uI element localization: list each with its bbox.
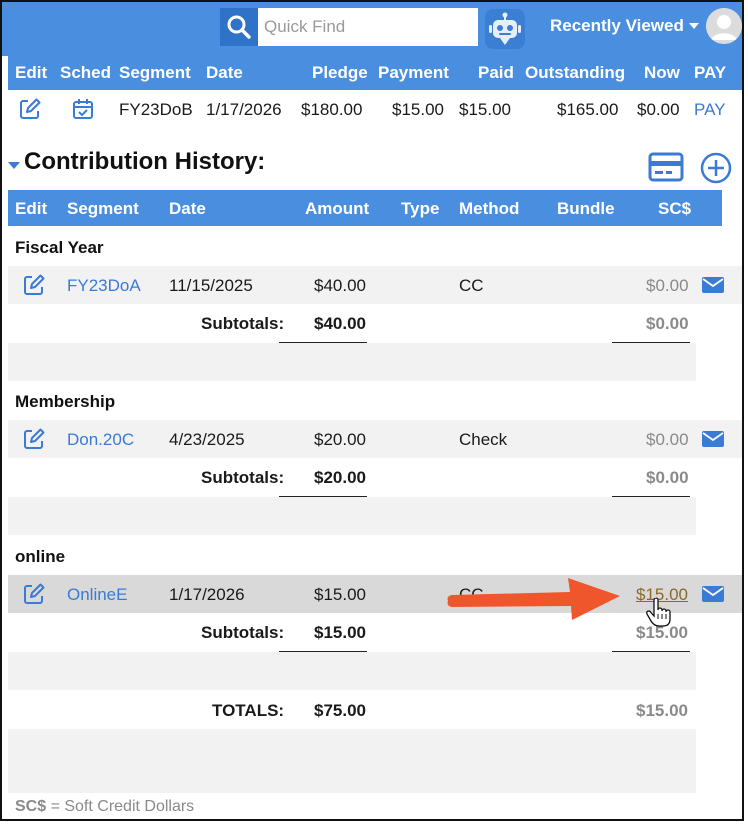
search-icon [227,15,251,39]
hcol-method: Method [459,199,520,218]
subtotal-amount: $40.00 [314,314,366,333]
col-outstanding: Outstanding [525,63,626,82]
pledge-table-header: Edit Sched Segment Date Pledge Payment P… [8,56,742,90]
col-sched: Sched [60,63,112,82]
hcol-sc: SC$ [658,199,692,218]
col-paid: Paid [478,63,514,82]
pledge-paid: $15.00 [459,100,511,119]
totals-amount: $75.00 [314,701,366,720]
hcol-segment: Segment [67,199,139,218]
user-icon [706,8,742,44]
segment-link[interactable]: Don.20C [67,430,134,450]
subtotal-amount: $20.00 [314,468,366,487]
caret-down-icon [8,161,20,169]
robot-icon[interactable] [484,8,526,50]
envelope-icon[interactable] [702,431,724,447]
subtotal-amount: $15.00 [314,623,366,642]
hcol-edit: Edit [15,199,48,218]
quick-find [220,8,478,46]
col-edit: Edit [15,63,48,82]
table-row: Don.20C 4/23/2025 $20.00 Check $0.00 [8,420,742,458]
spacer-row [8,729,696,793]
group-label: online [15,547,66,566]
envelope-icon[interactable] [702,277,724,293]
row-date: 1/17/2026 [169,585,245,604]
group-label: Membership [15,392,116,411]
totals-row: TOTALS: $75.00 $15.00 [8,691,722,729]
footnote-text: = Soft Credit Dollars [46,798,195,815]
avatar[interactable] [706,8,742,44]
contribution-history-toggle[interactable]: Contribution History: [8,148,265,176]
row-amount: $20.00 [314,430,366,449]
app-window: Recently Viewed Edit Sched Segment Date … [0,0,744,821]
hand-cursor-icon [646,598,671,627]
col-pay: PAY [694,63,727,82]
col-segment: Segment [119,63,191,82]
edit-icon[interactable] [23,428,45,450]
history-table-header: Edit Segment Date Amount Type Method Bun… [8,190,722,226]
hcol-bundle: Bundle [557,199,615,218]
envelope-icon[interactable] [702,586,724,602]
subtotal-row: Subtotals: $20.00 $0.00 [8,458,722,496]
add-circle-icon[interactable] [700,152,732,184]
subtotal-label: Subtotals: [201,623,285,642]
segment-link[interactable]: OnlineE [67,585,127,605]
hcol-type: Type [401,199,440,218]
spacer-row [8,497,696,535]
totals-label: TOTALS: [212,701,285,720]
subtotal-sc: $0.00 [646,468,689,487]
recently-viewed-menu[interactable]: Recently Viewed [550,16,700,36]
pledge-payment: $15.00 [392,100,444,119]
subtotal-sc: $0.00 [646,314,689,333]
annotation-arrow-icon [447,578,620,620]
top-bar: Recently Viewed [2,2,742,56]
pledge-now: $0.00 [637,100,680,119]
table-row: FY23DoA 11/15/2025 $40.00 CC $0.00 [8,266,742,304]
col-date: Date [206,63,243,82]
table-row: OnlineE 1/17/2026 $15.00 CC $15.00 [8,575,742,613]
pledge-amount: $180.00 [301,100,363,119]
spacer-row [8,343,696,381]
segment-link[interactable]: FY23DoA [67,276,141,296]
group-label: Fiscal Year [15,238,104,257]
row-sc: $0.00 [646,276,689,295]
row-amount: $15.00 [314,585,366,604]
search-button[interactable] [220,8,258,46]
hcol-date: Date [169,199,206,218]
subtotal-row: Subtotals: $40.00 $0.00 [8,304,722,342]
row-method: CC [459,276,484,295]
subtotal-label: Subtotals: [201,468,285,487]
chevron-down-icon [688,23,699,29]
pledge-outstanding: $165.00 [557,100,619,119]
row-date: 4/23/2025 [169,430,245,449]
col-payment: Payment [378,63,449,82]
col-now: Now [644,63,680,82]
edit-icon[interactable] [23,583,45,605]
footnote: SC$ = Soft Credit Dollars [15,798,194,816]
row-sc: $0.00 [646,430,689,449]
calendar-check-icon[interactable] [72,98,94,120]
footnote-abbr: SC$ [15,798,47,815]
section-title: Contribution History: [24,148,266,175]
row-date: 11/15/2025 [169,276,253,295]
pledge-date: 1/17/2026 [206,100,282,119]
subtotal-label: Subtotals: [201,314,285,333]
edit-icon[interactable] [19,98,41,120]
hcol-amount: Amount [305,199,370,218]
pledge-segment: FY23DoB [119,100,193,119]
quick-find-input[interactable] [258,8,478,46]
row-method: Check [459,430,508,449]
totals-sc: $15.00 [636,701,688,720]
col-pledge: Pledge [312,63,368,82]
row-amount: $40.00 [314,276,366,295]
credit-card-icon[interactable] [648,152,684,182]
spacer-row [8,652,696,690]
edit-icon[interactable] [23,274,45,296]
pay-link[interactable]: PAY [694,100,726,120]
pledge-row: FY23DoB 1/17/2026 $180.00 $15.00 $15.00 … [8,90,742,128]
recently-viewed-label: Recently Viewed [550,16,684,35]
